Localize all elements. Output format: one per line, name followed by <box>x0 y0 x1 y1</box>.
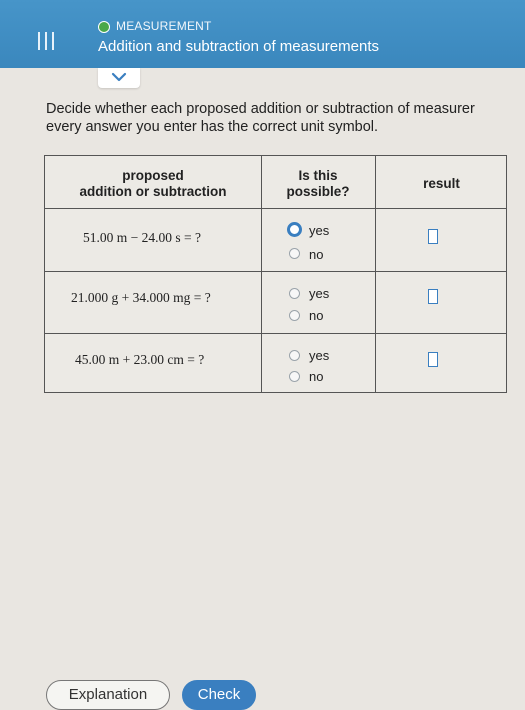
instructions-line-2: every answer you enter has the correct u… <box>46 119 379 135</box>
expression-row-1: 51.00 m − 24.00 s = ? <box>83 230 201 245</box>
column-header-line: Is this <box>298 168 338 183</box>
radio-no-row-2[interactable] <box>289 310 300 321</box>
column-header-line: addition or subtraction <box>79 184 227 199</box>
radio-no-row-1[interactable] <box>289 248 300 259</box>
column-header-line: proposed <box>122 168 184 183</box>
result-input-row-2[interactable] <box>428 289 438 304</box>
expression-row-3: 45.00 m + 23.00 cm = ? <box>75 352 205 367</box>
expression-row-2: 21.000 g + 34.000 mg = ? <box>71 290 211 305</box>
chevron-down-icon <box>111 72 127 82</box>
row-divider <box>45 271 506 272</box>
radio-no-label-row-2: no <box>309 308 324 323</box>
instructions-line-1: Decide whether each proposed addition or… <box>46 101 475 117</box>
radio-no-row-3[interactable] <box>289 371 300 382</box>
radio-no-label-row-1: no <box>309 247 324 262</box>
radio-yes-label-row-1: yes <box>309 223 330 238</box>
lesson-title: Addition and subtraction of measurements <box>98 38 379 55</box>
column-header-expression: proposed addition or subtraction <box>45 168 261 200</box>
topic-status-icon <box>98 21 110 33</box>
collapse-header-button[interactable] <box>98 68 140 88</box>
column-header-line: possible? <box>286 184 350 199</box>
instructions: Decide whether each proposed addition or… <box>46 100 525 136</box>
row-divider <box>45 208 506 209</box>
radio-yes-label-row-2: yes <box>309 286 330 301</box>
measurement-table: proposed addition or subtraction Is this… <box>44 155 507 393</box>
column-header-result: result <box>423 176 460 191</box>
radio-yes-label-row-3: yes <box>309 348 330 363</box>
radio-no-label-row-3: no <box>309 369 324 384</box>
radio-yes-row-3[interactable] <box>289 350 300 361</box>
radio-yes-row-2[interactable] <box>289 288 300 299</box>
result-input-row-3[interactable] <box>428 352 438 367</box>
topic-label: MEASUREMENT <box>116 19 212 33</box>
menu-icon[interactable] <box>36 32 56 50</box>
result-input-row-1[interactable] <box>428 229 438 244</box>
check-button[interactable]: Check <box>182 680 256 710</box>
explanation-button[interactable]: Explanation <box>46 680 170 710</box>
radio-yes-row-1[interactable] <box>287 222 302 237</box>
column-header-possible: Is this possible? <box>261 168 375 200</box>
row-divider <box>45 333 506 334</box>
top-bar: MEASUREMENT Addition and subtraction of … <box>0 0 525 68</box>
